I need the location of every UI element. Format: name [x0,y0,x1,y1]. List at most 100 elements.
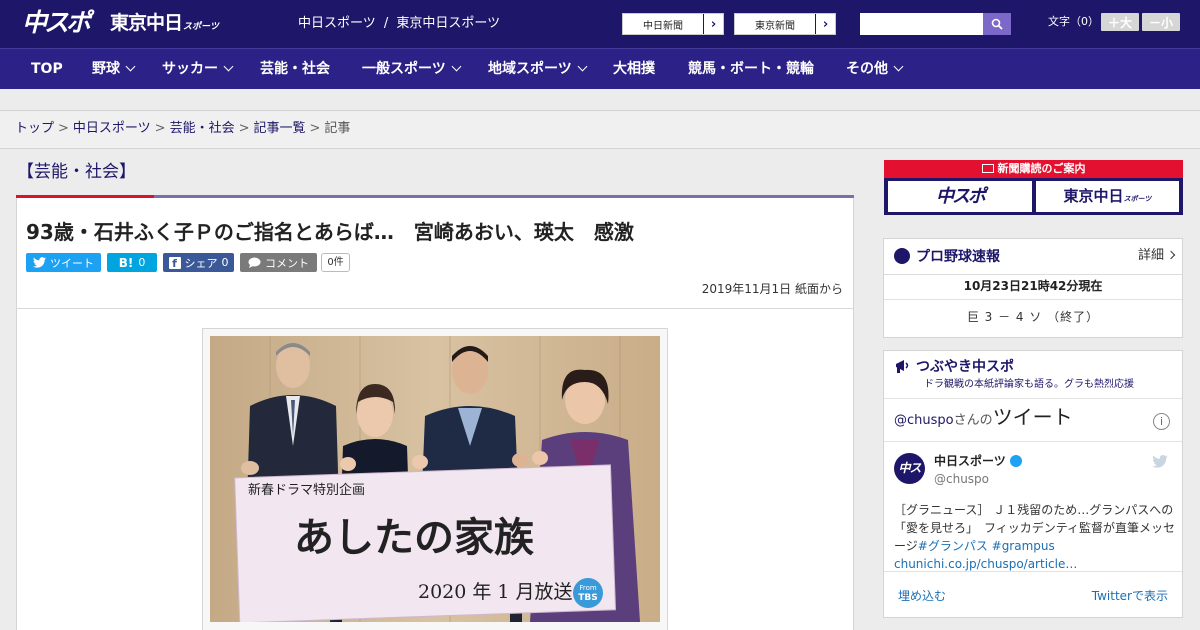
facebook-share-label: シェア [184,256,218,270]
search-button[interactable] [983,13,1011,35]
tweets-box-title: つぶやき中スポ [916,359,1014,375]
nav-label: サッカー [162,61,218,77]
breadcrumb-entertainment[interactable]: 芸能・社会 [170,121,235,136]
subscribe-tokyo-label: 東京中日 [1063,187,1124,205]
hatena-icon: B! [118,255,134,270]
subscribe-tokyo-button[interactable]: 東京中日スポーツ [1036,181,1179,212]
hatena-bookmark-button[interactable]: B! 0 [107,253,157,272]
tweet-link[interactable]: chunichi.co.jp/chuspo/article… [894,557,1077,571]
section-title: 【芸能・社会】 [17,162,136,182]
nav-item-general-sports[interactable]: 一般スポーツ [362,49,462,89]
nav-item-top[interactable]: TOP [31,49,63,89]
avatar[interactable]: 中スポ [894,453,925,506]
tweet-button[interactable]: ツイート [26,253,101,272]
embed-link[interactable]: 埋め込む [898,587,946,604]
subscribe-chuspo-button[interactable]: 中スポ [888,181,1032,212]
badge-tbs-text: TBS [578,593,597,603]
info-icon[interactable]: i [1153,413,1170,430]
breadcrumb-separator: > [309,121,321,136]
hatena-count: 0 [138,256,146,269]
nav-label: 芸能・社会 [260,61,330,77]
article-divider [16,308,854,309]
score-timestamp: 10月23日21時42分現在 [963,279,1103,293]
nav-label: 一般スポーツ [362,61,446,77]
article-photo[interactable]: 新春ドラマ特別企画 あしたの家族 2020 年 1 月放送 From TBS [210,336,660,622]
nav-label: TOP [31,61,63,77]
tweets-divider [884,398,1182,399]
nav-item-sumo[interactable]: 大相撲 [613,49,655,89]
tweets-box-subtitle: ドラ観戦の本紙評論家も語る。グラも熱烈応援 [924,379,1134,390]
tweet-user-name[interactable]: 中日スポーツ [934,453,1022,469]
tokyo-shimbun-button[interactable]: 東京新聞 › [734,13,836,35]
tweets-account-suffix: さんの [953,413,993,428]
nav-item-other[interactable]: その他 [846,49,904,89]
baseball-icon [894,248,910,264]
font-larger-button[interactable]: ＋大 [1101,13,1139,31]
search-icon [991,18,1003,30]
chunichi-shimbun-label: 中日新聞 [643,20,683,32]
section-underline [16,195,854,198]
verified-badge-icon [1009,455,1022,467]
nav-item-soccer[interactable]: サッカー [162,49,234,89]
baseball-box-header: プロ野球速報 詳細 [884,239,1182,275]
tokyo-chunichi-logo[interactable]: 東京中日スポーツ [110,11,219,39]
chevron-right-icon: › [703,14,723,34]
chuspo-logo[interactable]: 中スポ [22,8,91,38]
article-title: 93歳・石井ふく子Ｐのご指名とあらば… 宮崎あおい、瑛太 感激 [26,220,634,244]
chevron-down-icon [451,61,462,72]
facebook-share-count: 0 [221,256,229,269]
breadcrumb-separator: > [154,121,166,136]
breadcrumb-chunichi-sports[interactable]: 中日スポーツ [73,121,151,136]
ad-strip [0,89,1200,111]
tweet-user-handle[interactable]: @chuspo [934,471,989,487]
chevron-down-icon [893,61,904,72]
chunichi-shimbun-button[interactable]: 中日新聞 › [622,13,724,35]
font-size-label: 文字（0） [1048,15,1099,28]
banner-subtitle: 新春ドラマ特別企画 [248,482,365,498]
speech-bubble-icon [248,257,261,268]
comment-label: コメント [265,256,309,270]
nav-item-local-sports[interactable]: 地域スポーツ [488,49,588,89]
font-smaller-button[interactable]: －小 [1142,13,1180,31]
badge-from-text: From [579,584,597,592]
main-nav: TOP 野球 サッカー 芸能・社会 一般スポーツ 地域スポーツ 大相撲 競馬・ボ… [0,48,1200,89]
baseball-box-title: プロ野球速報 [916,249,1000,265]
tweet-text: ［グラニュース］ Ｊ１残留のため…グランパスへの「愛を見せろ」 フィッカデンティ… [894,501,1176,573]
chunichi-sports-link[interactable]: 中日スポーツ [298,16,376,31]
tokyo-shimbun-label: 東京新聞 [755,20,795,32]
subscription-header: 新聞購読のご案内 [884,160,1183,178]
tweets-divider [884,441,1182,442]
facebook-share-button[interactable]: f シェア 0 [163,253,234,272]
nav-item-entertainment[interactable]: 芸能・社会 [260,49,330,89]
game-score[interactable]: 巨 3 － 4 ソ （終了） [884,308,1182,326]
tweets-header: @chuspoさんのツイート [894,407,1073,431]
nav-label: 野球 [92,61,120,77]
subscription-header-label: 新聞購読のご案内 [997,162,1086,175]
twitter-bird-icon[interactable] [1152,455,1168,468]
chevron-right-icon: › [815,14,835,34]
comment-button[interactable]: コメント [240,253,317,272]
section-underline-accent [16,195,154,198]
nav-label: 大相撲 [613,61,655,77]
baseball-detail-link[interactable]: 詳細 [1138,247,1176,265]
facebook-icon: f [168,256,181,270]
search-input[interactable] [860,13,983,35]
subscribe-tokyo-sub: スポーツ [1123,195,1152,203]
chevron-down-icon [577,61,588,72]
site-links: 中日スポーツ / 東京中日スポーツ [298,15,504,33]
view-on-twitter-link[interactable]: Twitterで表示 [1092,587,1168,604]
tweet-hashtags[interactable]: #グランパス #grampus [918,539,1055,553]
banner-title: あしたの家族 [294,514,534,561]
tweets-divider [884,571,1182,572]
nav-item-baseball[interactable]: 野球 [92,49,136,89]
breadcrumb: トップ > 中日スポーツ > 芸能・社会 > 記事一覧 > 記事 [0,111,1200,149]
tweets-account-link[interactable]: @chuspo [894,413,954,428]
nav-item-racing[interactable]: 競馬・ボート・競輪 [688,49,814,89]
tokyo-logo-sub: スポーツ [183,22,219,32]
subscription-banner[interactable]: 新聞購読のご案内 中スポ 東京中日スポーツ [884,160,1183,215]
breadcrumb-article-list[interactable]: 記事一覧 [254,121,306,136]
breadcrumb-top[interactable]: トップ [15,121,54,136]
tokyo-chunichi-sports-link[interactable]: 東京中日スポーツ [396,16,500,31]
top-bar: 中スポ 東京中日スポーツ 中日スポーツ / 東京中日スポーツ 中日新聞 › 東京… [0,0,1200,48]
nav-label: 競馬・ボート・競輪 [688,61,814,77]
